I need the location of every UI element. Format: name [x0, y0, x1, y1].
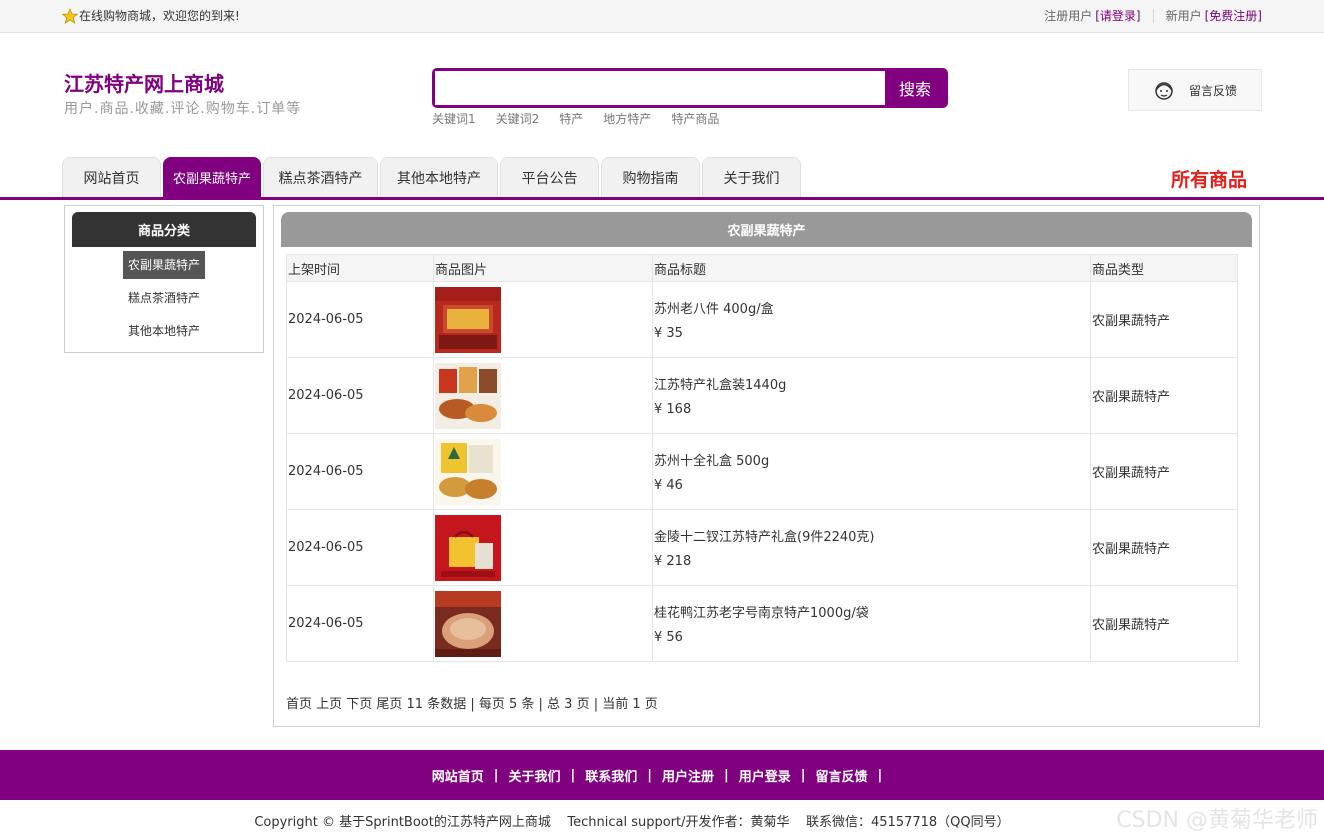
footer-nav: 网站首页 | 关于我们 | 联系我们 | 用户注册 | 用户登录 | 留言反馈 …: [0, 750, 1324, 800]
divider: [1152, 8, 1154, 23]
user-links: 注册用户 [请登录] 新用户 [免费注册]: [1044, 7, 1262, 24]
column-header: 商品图片: [433, 254, 653, 282]
sidebar-item-other[interactable]: 其他本地特产: [65, 315, 263, 348]
product-type: 农副果蔬特产: [1090, 585, 1238, 662]
tab-shopping-guide[interactable]: 购物指南: [601, 157, 700, 197]
footer-separator: |: [800, 767, 806, 783]
product-type: 农副果蔬特产: [1090, 509, 1238, 586]
table-row: 2024-06-05 金陵十二钗江苏特产礼盒(9件2240克) ¥ 218 农副…: [286, 509, 1238, 586]
sidebar-item-label: 农副果蔬特产: [122, 251, 205, 279]
tab-home[interactable]: 网站首页: [62, 157, 161, 197]
all-goods-link[interactable]: 所有商品: [1171, 165, 1247, 192]
listing-date: 2024-06-05: [286, 357, 434, 434]
site-subtitle: 用户.商品.收藏.评论.购物车.订单等: [64, 101, 302, 117]
welcome-message: 在线购物商城，欢迎您的到来!: [62, 7, 240, 24]
product-price: ¥ 56: [654, 630, 683, 645]
keyword-link[interactable]: 关键词1: [432, 110, 476, 127]
top-bar: 在线购物商城，欢迎您的到来! 注册用户 [请登录] 新用户 [免费注册]: [0, 0, 1324, 33]
product-type: 农副果蔬特产: [1090, 281, 1238, 358]
keyword-link[interactable]: 特产: [559, 110, 583, 127]
product-price: ¥ 46: [654, 478, 683, 493]
register-link[interactable]: [免费注册]: [1205, 7, 1262, 24]
feedback-button[interactable]: 留言反馈: [1128, 69, 1262, 111]
registered-user-text: 注册用户: [1044, 9, 1093, 23]
search-box: 搜索: [432, 68, 948, 108]
sidebar-item-label: 其他本地特产: [127, 324, 200, 338]
product-type: 农副果蔬特产: [1090, 433, 1238, 510]
tab-other-local[interactable]: 其他本地特产: [380, 157, 498, 197]
column-header: 上架时间: [286, 254, 434, 282]
site-title[interactable]: 江苏特产网上商城: [64, 68, 224, 97]
goods-table: 上架时间 商品图片 商品标题 商品类型 2024-06-05 苏州老八件 400…: [286, 254, 1238, 662]
tab-produce-specialty[interactable]: 农副果蔬特产: [163, 157, 261, 197]
footer-separator: |: [570, 767, 576, 783]
footer-link-feedback[interactable]: 留言反馈: [816, 766, 868, 785]
tab-pastry-tea-wine[interactable]: 糕点茶酒特产: [263, 157, 378, 197]
tab-announcements[interactable]: 平台公告: [500, 157, 599, 197]
login-link[interactable]: [请登录]: [1095, 7, 1140, 24]
footer-link-login[interactable]: 用户登录: [739, 766, 791, 785]
pagination[interactable]: 首页 上页 下页 尾页 11 条数据 | 每页 5 条 | 总 3 页 | 当前…: [286, 693, 658, 712]
customer-service-icon: [1155, 82, 1173, 100]
product-title[interactable]: 江苏特产礼盒装1440g: [654, 374, 1090, 393]
table-header-row: 上架时间 商品图片 商品标题 商品类型: [286, 254, 1238, 282]
product-price: ¥ 168: [654, 402, 692, 417]
product-price: ¥ 35: [654, 326, 683, 341]
footer-link-about[interactable]: 关于我们: [508, 766, 560, 785]
column-header: 商品类型: [1090, 254, 1238, 282]
sidebar-item-pastry[interactable]: 糕点茶酒特产: [65, 282, 263, 315]
keyword-link[interactable]: 地方特产: [603, 110, 651, 127]
product-price: ¥ 218: [654, 554, 692, 569]
product-image[interactable]: [435, 438, 501, 505]
product-image[interactable]: [435, 362, 501, 429]
category-title: 商品分类: [72, 212, 256, 247]
footer-separator: |: [647, 767, 652, 783]
table-row: 2024-06-05 苏州十全礼盒 500g ¥ 46 农副果蔬特产: [286, 433, 1238, 510]
table-row: 2024-06-05 江苏特产礼盒装1440g ¥ 168 农副果蔬特产: [286, 357, 1238, 434]
sidebar-item-label: 糕点茶酒特产: [127, 291, 200, 305]
listing-date: 2024-06-05: [286, 585, 434, 662]
panel-title: 农副果蔬特产: [281, 212, 1252, 247]
keyword-link[interactable]: 特产商品: [671, 110, 719, 127]
product-title[interactable]: 金陵十二钗江苏特产礼盒(9件2240克): [654, 526, 1090, 545]
search-button[interactable]: 搜索: [885, 71, 945, 105]
main-nav: 网站首页 农副果蔬特产 糕点茶酒特产 其他本地特产 平台公告 购物指南 关于我们: [62, 157, 803, 197]
product-image[interactable]: [435, 514, 501, 581]
footer-separator: |: [493, 767, 499, 783]
welcome-text: 在线购物商城，欢迎您的到来!: [79, 9, 240, 23]
product-title[interactable]: 桂花鸭江苏老字号南京特产1000g/袋: [654, 602, 1090, 621]
search-input[interactable]: [435, 71, 885, 105]
product-title[interactable]: 苏州十全礼盒 500g: [654, 450, 1090, 469]
footer-link-contact[interactable]: 联系我们: [585, 766, 637, 785]
category-sidebar: 商品分类 农副果蔬特产 糕点茶酒特产 其他本地特产: [64, 205, 264, 353]
listing-date: 2024-06-05: [286, 281, 434, 358]
product-image[interactable]: [435, 286, 501, 353]
tab-about-us[interactable]: 关于我们: [702, 157, 801, 197]
goods-panel: 农副果蔬特产 上架时间 商品图片 商品标题 商品类型 2024-06-05 苏州…: [273, 205, 1260, 727]
footer-separator: |: [724, 767, 729, 783]
sidebar-item-produce[interactable]: 农副果蔬特产: [65, 249, 263, 282]
new-user-text: 新用户: [1165, 9, 1202, 23]
feedback-label: 留言反馈: [1189, 83, 1238, 98]
keyword-link[interactable]: 关键词2: [496, 110, 540, 127]
product-type: 农副果蔬特产: [1090, 357, 1238, 434]
listing-date: 2024-06-05: [286, 433, 434, 510]
watermark: CSDN @黄菊华老师: [1116, 808, 1318, 833]
table-row: 2024-06-05 桂花鸭江苏老字号南京特产1000g/袋 ¥ 56 农副果蔬…: [286, 585, 1238, 662]
listing-date: 2024-06-05: [286, 509, 434, 586]
footer-link-register[interactable]: 用户注册: [662, 766, 714, 785]
footer-link-home[interactable]: 网站首页: [432, 766, 484, 785]
star-icon: [62, 7, 78, 24]
nav-divider: [0, 197, 1324, 200]
product-title[interactable]: 苏州老八件 400g/盒: [654, 298, 1090, 317]
search-keywords: 关键词1 关键词2 特产 地方特产 特产商品: [432, 110, 719, 127]
footer-separator: |: [877, 767, 883, 783]
column-header: 商品标题: [652, 254, 1091, 282]
table-row: 2024-06-05 苏州老八件 400g/盒 ¥ 35 农副果蔬特产: [286, 281, 1238, 358]
product-image[interactable]: [435, 590, 501, 657]
